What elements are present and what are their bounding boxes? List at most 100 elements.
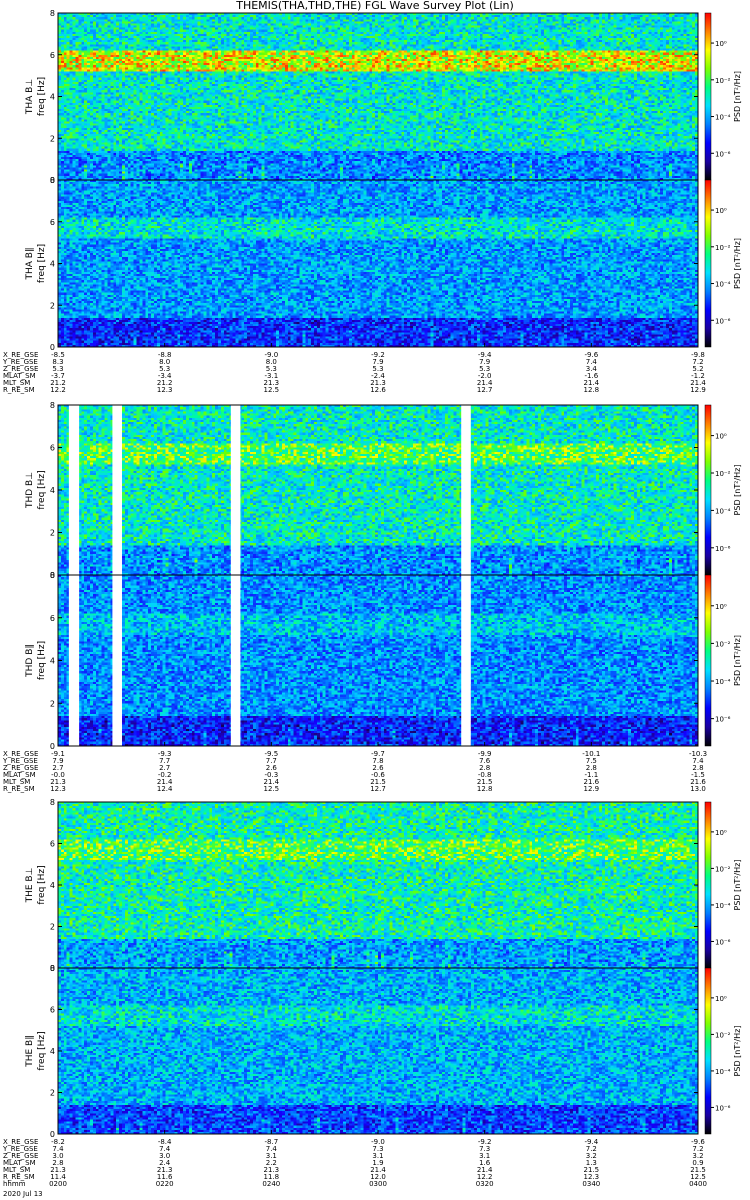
annotation-value: 0400 [689,1180,707,1188]
data-gap [461,405,471,575]
y-axis-title: THA B⊥ [25,79,35,115]
y-axis-unit: freq [Hz] [37,865,47,904]
spectrogram-image [58,180,698,347]
y-tick-label: 8 [50,571,55,580]
y-tick-label: 8 [50,401,55,410]
annotation-value: 12.4 [157,785,173,793]
y-tick-label: 8 [50,964,55,973]
y-axis-title: THE B⊥ [25,867,35,903]
colorbar-tick-label: 10⁻² [715,865,731,873]
spectrogram-image [58,802,698,968]
y-axis-title: THE B∥ [25,1035,35,1068]
data-gap [230,405,241,575]
y-axis-unit: freq [Hz] [37,244,47,283]
data-gap [112,575,122,746]
y-tick-label: 8 [50,798,55,807]
data-gap [230,575,241,746]
y-axis-title: THD B⊥ [25,472,35,509]
annotation-value: 13.0 [690,785,706,793]
annotation-value: 12.3 [50,785,66,793]
annotation-row-label: hhmm [3,1180,26,1188]
annotation-value: 0340 [582,1180,600,1188]
colorbar-tick-label: 10⁻⁶ [715,545,731,553]
y-tick-label: 8 [50,176,55,185]
colorbar-tick-label: 10⁻⁴ [715,507,731,515]
annotation-value: 12.2 [50,386,66,394]
colorbar-tick-label: 10⁻⁴ [715,678,731,686]
y-axis-unit: freq [Hz] [37,77,47,116]
colorbar-tick-label: 10⁻² [715,1031,731,1039]
y-tick-label: 4 [50,881,55,890]
annotation-row-label: R_RE_SM [3,386,35,394]
date-label: 2020 Jul 13 [3,1190,43,1198]
colorbar-tick-label: 10⁻⁴ [715,902,731,910]
colorbar-tick-label: 10⁻² [715,470,731,478]
annotation-value: 12.8 [584,386,600,394]
annotation-value: 0240 [262,1180,280,1188]
y-tick-label: 6 [50,444,55,453]
y-tick-label: 4 [50,486,55,495]
wave-survey-figure: 02468THA B⊥ freq [Hz]10⁰10⁻²10⁻⁴10⁻⁶PSD [… [2,9,742,1198]
colorbar-tick-label: 10⁻⁴ [715,1068,731,1076]
y-tick-label: 4 [50,93,55,102]
colorbar-tick-label: 10⁰ [715,829,727,837]
colorbar-tick-label: 10⁻⁶ [715,150,731,158]
colorbar [704,179,712,348]
y-tick-label: 2 [50,529,55,538]
data-gap [68,575,80,746]
colorbar-tick-label: 10⁻⁶ [715,716,731,724]
colorbar [704,404,712,576]
colorbar-label: PSD [nT²/Hz] [733,465,742,516]
y-tick-label: 2 [50,134,55,143]
colorbar-tick-label: 10⁻⁴ [715,114,731,122]
y-tick-label: 6 [50,51,55,60]
colorbar-label: PSD [nT²/Hz] [733,635,742,686]
y-tick-label: 6 [50,218,55,227]
annotation-value: 0200 [49,1180,67,1188]
colorbar-tick-label: 10⁻⁶ [715,938,731,946]
annotation-value: 0220 [156,1180,174,1188]
annotation-value: 0300 [369,1180,387,1188]
annotation-value: 12.9 [690,386,706,394]
y-tick-label: 4 [50,657,55,666]
data-gap [461,575,471,746]
annotation-value: 12.7 [370,785,386,793]
colorbar [704,12,712,181]
annotation-value: 12.5 [264,785,280,793]
y-tick-label: 2 [50,699,55,708]
y-tick-label: 2 [50,301,55,310]
y-axis-unit: freq [Hz] [37,470,47,509]
y-axis-unit: freq [Hz] [37,641,47,680]
annotation-value: 12.6 [370,386,386,394]
annotation-value: 12.8 [477,785,493,793]
colorbar [704,967,712,1135]
y-axis-title: THD B∥ [25,644,35,678]
y-axis-title: THA B∥ [25,248,35,281]
annotation-value: 12.9 [584,785,600,793]
colorbar-tick-label: 10⁻² [715,77,731,85]
y-tick-label: 2 [50,923,55,932]
colorbar-label: PSD [nT²/Hz] [733,238,742,289]
colorbar-tick-label: 10⁰ [715,433,727,441]
annotation-value: 12.5 [264,386,280,394]
annotation-value: 12.7 [477,386,493,394]
colorbar-tick-label: 10⁻² [715,244,731,252]
y-tick-label: 2 [50,1089,55,1098]
colorbar-tick-label: 10⁻² [715,640,731,648]
colorbar-tick-label: 10⁻⁴ [715,281,731,289]
y-tick-label: 4 [50,1047,55,1056]
colorbar-tick-label: 10⁻⁶ [715,317,731,325]
colorbar-label: PSD [nT²/Hz] [733,71,742,122]
colorbar-tick-label: 10⁻⁶ [715,1104,731,1112]
y-axis-unit: freq [Hz] [37,1031,47,1070]
spectrogram-image [58,13,698,180]
data-gap [112,405,122,575]
y-tick-label: 6 [50,840,55,849]
colorbar-label: PSD [nT²/Hz] [733,1026,742,1077]
colorbar [704,801,712,969]
y-tick-label: 4 [50,260,55,269]
data-gap [68,405,80,575]
colorbar-label: PSD [nT²/Hz] [733,860,742,911]
annotation-row-label: R_RE_SM [3,785,35,793]
spectrogram-image [58,575,698,746]
